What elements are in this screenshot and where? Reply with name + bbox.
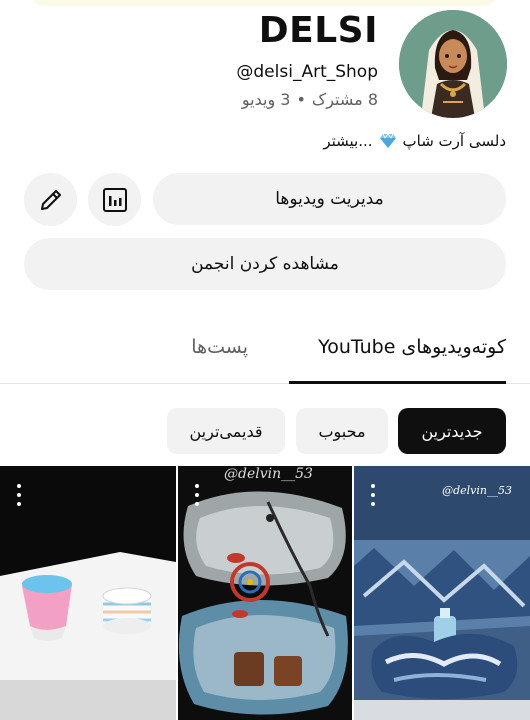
subscriber-count: 8 مشترک xyxy=(311,90,378,109)
gem-icon xyxy=(379,133,396,148)
more-vert-icon[interactable] xyxy=(366,484,380,506)
channel-stats: 8 مشترک • 3 ویدیو xyxy=(242,90,378,109)
more-vert-icon[interactable] xyxy=(190,484,204,506)
analytics-icon xyxy=(102,187,127,212)
channel-description[interactable]: دلسی آرت شاپ ...بیشتر xyxy=(323,132,506,150)
channel-avatar[interactable] xyxy=(399,10,507,118)
top-banner-edge xyxy=(30,0,498,6)
short-watermark: @delvin__53 xyxy=(442,484,512,497)
filter-chip-popular[interactable]: محبوب xyxy=(296,408,388,454)
analytics-button[interactable] xyxy=(88,173,141,226)
manage-videos-button[interactable]: مدیریت ویدیوها xyxy=(153,173,506,225)
description-text: دلسی آرت شاپ xyxy=(402,132,506,150)
tab-shorts[interactable]: کوته‌ویدیوهای YouTube xyxy=(318,336,506,358)
filter-chip-newest[interactable]: جدیدترین xyxy=(398,408,506,454)
tab-posts[interactable]: پست‌ها xyxy=(191,336,248,358)
short-thumbnail[interactable]: @delvin__53 xyxy=(354,466,530,720)
channel-name: DELSI xyxy=(258,10,378,51)
short-thumbnail-image xyxy=(178,466,352,720)
short-thumbnail-image xyxy=(354,466,530,720)
short-watermark: @delvin__53 xyxy=(224,466,313,482)
channel-handle: @delsi_Art_Shop xyxy=(236,62,378,82)
stats-separator: • xyxy=(296,90,306,109)
more-link[interactable]: ...بیشتر xyxy=(323,132,372,150)
avatar-illustration xyxy=(399,10,507,118)
view-community-button[interactable]: مشاهده کردن انجمن xyxy=(24,238,506,290)
video-count: 3 ویدیو xyxy=(241,90,291,109)
short-thumbnail[interactable]: @delvin__53 xyxy=(178,466,352,720)
tab-active-indicator xyxy=(289,381,506,384)
more-vert-icon[interactable] xyxy=(12,484,26,506)
edit-channel-button[interactable] xyxy=(24,173,77,226)
channel-tabs: کوته‌ویدیوهای YouTube پست‌ها xyxy=(0,320,530,384)
short-thumbnail-image xyxy=(0,466,176,720)
filter-chip-oldest[interactable]: قدیمی‌ترین xyxy=(167,408,285,454)
pencil-icon xyxy=(40,189,61,210)
short-thumbnail[interactable] xyxy=(0,466,176,720)
